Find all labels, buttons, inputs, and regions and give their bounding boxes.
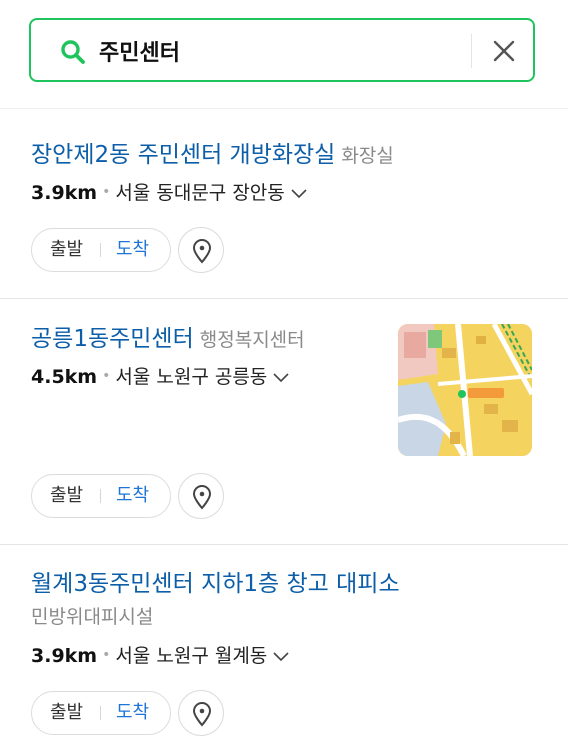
close-icon[interactable] <box>487 34 521 68</box>
result-address[interactable]: 서울 동대문구 장안동 <box>115 182 284 204</box>
pill-divider <box>100 706 101 720</box>
pill-divider <box>100 489 101 503</box>
header-divider <box>0 108 568 109</box>
search-input[interactable] <box>99 32 459 70</box>
chevron-down-icon[interactable] <box>273 372 289 384</box>
separator-dot: • <box>102 368 111 384</box>
map-pin-icon <box>192 239 212 264</box>
depart-button[interactable]: 출발 <box>50 475 83 517</box>
result-title-line: 장안제2동 주민센터 개방화장실 화장실 <box>31 139 394 172</box>
result-title-line: 공릉1동주민센터 행정복지센터 <box>31 323 305 356</box>
list-divider <box>0 544 568 545</box>
map-pin-button[interactable] <box>178 690 224 736</box>
result-distance: 3.9km <box>31 645 98 667</box>
result-distance: 4.5km <box>31 366 98 388</box>
map-thumbnail[interactable] <box>398 324 532 456</box>
search-icon <box>61 40 85 64</box>
result-address[interactable]: 서울 노원구 월계동 <box>115 645 267 667</box>
separator-dot: • <box>102 647 111 663</box>
depart-button[interactable]: 출발 <box>50 229 83 271</box>
map-pin-icon <box>192 485 212 510</box>
map-thumbnail-image <box>398 324 532 456</box>
search-bar <box>0 0 568 108</box>
result-title[interactable]: 월계3동주민센터 지하1층 창고 대피소 <box>31 571 400 597</box>
result-title[interactable]: 공릉1동주민센터 <box>31 326 194 352</box>
list-divider <box>0 298 568 299</box>
route-pill: 출발 도착 <box>31 228 171 272</box>
chevron-down-icon[interactable] <box>291 188 307 200</box>
depart-button[interactable]: 출발 <box>50 692 83 734</box>
result-category: 행정복지센터 <box>199 329 305 351</box>
map-pin-button[interactable] <box>178 227 224 273</box>
search-box[interactable] <box>29 18 535 82</box>
result-distance: 3.9km <box>31 182 98 204</box>
arrive-button[interactable]: 도착 <box>116 692 149 734</box>
arrive-button[interactable]: 도착 <box>116 475 149 517</box>
separator-dot: • <box>102 184 111 200</box>
route-pill: 출발 도착 <box>31 474 171 518</box>
arrive-button[interactable]: 도착 <box>116 229 149 271</box>
chevron-down-icon[interactable] <box>273 651 289 663</box>
result-category: 화장실 <box>341 145 394 167</box>
result-address[interactable]: 서울 노원구 공릉동 <box>115 366 267 388</box>
result-meta: 3.9km • 서울 노원구 월계동 <box>31 643 289 671</box>
map-pin-button[interactable] <box>178 473 224 519</box>
result-title-line: 월계3동주민센터 지하1층 창고 대피소 <box>31 568 400 600</box>
result-meta: 4.5km • 서울 노원구 공릉동 <box>31 364 289 392</box>
pill-divider <box>100 243 101 257</box>
route-pill: 출발 도착 <box>31 691 171 735</box>
result-title[interactable]: 장안제2동 주민센터 개방화장실 <box>31 142 335 168</box>
result-meta: 3.9km • 서울 동대문구 장안동 <box>31 180 307 208</box>
result-category: 민방위대피시설 <box>31 606 154 628</box>
search-divider <box>471 34 472 68</box>
map-pin-icon <box>192 702 212 727</box>
